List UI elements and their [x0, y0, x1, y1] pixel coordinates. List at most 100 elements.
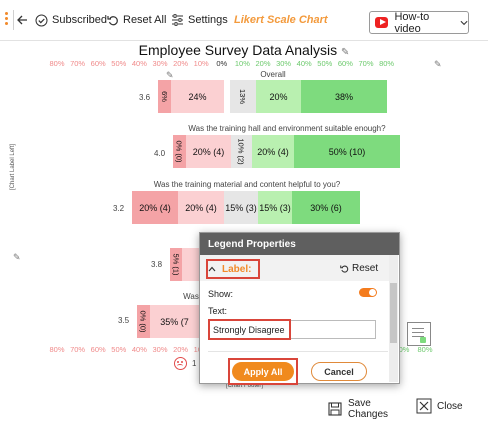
axis-tick-label: 10%	[234, 59, 250, 68]
edit-side-label-pencil-icon[interactable]: ✎	[13, 252, 21, 263]
average-value: 3.8	[151, 260, 163, 269]
axis-tick-label: 40%	[296, 59, 312, 68]
axis-tick-label: 40%	[131, 59, 147, 68]
average-value: 3.6	[139, 93, 151, 102]
axis-tick-label: 80%	[49, 59, 65, 68]
axis-tick-label: 70%	[358, 59, 374, 68]
axis-tick-label: 20%	[173, 59, 189, 68]
axis-tick-label: 0%	[216, 59, 228, 68]
subscribed-button[interactable]: Subscribed	[35, 11, 107, 29]
axis-tick-label: 60%	[90, 59, 106, 68]
reset-all-label: Reset All	[123, 14, 167, 26]
text-input-highlight	[208, 319, 291, 340]
bar-segment[interactable]: 20% (4)	[252, 135, 294, 168]
bar-segment[interactable]: 20% (4)	[178, 191, 224, 224]
bottom-tick-label: 40%	[131, 345, 147, 354]
average-value: 4.0	[154, 149, 166, 158]
close-button[interactable]: Close	[416, 398, 463, 414]
chart-title[interactable]: Employee Survey Data Analysis ✎	[0, 42, 488, 58]
axis-tick-label: 50%	[111, 59, 127, 68]
bar-segment[interactable]: 10% (2)	[231, 135, 252, 168]
drag-handle-icon[interactable]	[5, 12, 8, 28]
question-label[interactable]: Was the training material and content he…	[154, 180, 340, 189]
bar-segment[interactable]: 50% (10)	[294, 135, 400, 168]
bottom-tick-label: 80%	[417, 345, 433, 354]
text-label: Text:	[208, 306, 228, 316]
bottom-tick-label: 20%	[173, 345, 189, 354]
close-icon	[416, 398, 432, 414]
partial-digit: 1	[192, 359, 197, 368]
back-button[interactable]	[16, 11, 28, 29]
toolbar: Subscribed Reset All Settings Likert Sca…	[0, 0, 488, 41]
reset-button[interactable]: Reset	[340, 263, 378, 274]
bar-segment[interactable]: 30% (6)	[292, 191, 360, 224]
show-label: Show:	[208, 289, 234, 299]
bar-segment[interactable]: 20% (4)	[132, 191, 178, 224]
bar-segment[interactable]: 24%	[171, 80, 224, 113]
settings-label: Settings	[188, 14, 228, 26]
edit-title-pencil-icon[interactable]: ✎	[341, 47, 349, 58]
bar-segment[interactable]: 38%	[301, 80, 387, 113]
howto-video-dropdown[interactable]: How-to video	[369, 10, 469, 35]
bar-segment[interactable]: 20%	[256, 80, 301, 113]
axis-tick-label: 60%	[337, 59, 353, 68]
reset-all-button[interactable]: Reset All	[107, 11, 166, 29]
bottom-tick-label: 60%	[90, 345, 106, 354]
edit-axis-right-pencil-icon[interactable]: ✎	[434, 59, 442, 70]
bottom-tick-label: 70%	[70, 345, 86, 354]
axis-tick-label: 80%	[379, 59, 395, 68]
cancel-button[interactable]: Cancel	[311, 362, 367, 381]
undo-icon	[107, 16, 118, 26]
bar-segment[interactable]: 0% (0)	[173, 135, 186, 168]
save-icon	[328, 402, 342, 416]
divider	[208, 351, 388, 352]
bar-segment[interactable]: 15% (3)	[258, 191, 292, 224]
sliders-icon	[172, 14, 183, 26]
toolbar-divider	[13, 10, 14, 30]
save-changes-button[interactable]: Save Changes	[328, 398, 388, 420]
youtube-icon	[375, 17, 389, 28]
check-circle-icon	[35, 14, 48, 26]
average-value: 3.2	[113, 204, 125, 213]
bar-segment[interactable]: 35% (7	[150, 305, 199, 338]
bar-segment[interactable]: 5% (1)	[170, 248, 182, 281]
howto-label: How-to video	[394, 10, 430, 35]
bottom-tick-label: 0%	[398, 345, 410, 354]
chevron-down-icon	[460, 20, 468, 25]
app-title: Likert Scale Chart	[234, 14, 328, 26]
back-arrow-icon	[17, 15, 27, 25]
sad-face-icon[interactable]	[174, 357, 187, 370]
legend-table-icon[interactable]	[407, 322, 431, 346]
chart-label-left[interactable]: [Chart Label Left]	[10, 144, 16, 190]
settings-button[interactable]: Settings	[171, 11, 228, 29]
legend-properties-dialog: Legend Properties Label: Reset Show: Tex…	[199, 232, 400, 385]
undo-icon	[340, 265, 349, 273]
bar-segment[interactable]: 13%	[230, 80, 256, 113]
subscribed-label: Subscribed	[52, 14, 108, 26]
dialog-scroll-thumb[interactable]	[390, 283, 397, 343]
reset-label: Reset	[352, 263, 379, 274]
axis-tick-label: 30%	[152, 59, 168, 68]
bar-segment[interactable]: 0% (0)	[137, 305, 150, 338]
save-changes-label: Save Changes	[348, 398, 389, 420]
axis-tick-label: 10%	[193, 59, 209, 68]
bar-segment[interactable]: 20% (4)	[186, 135, 231, 168]
bottom-tick-label: 80%	[49, 345, 65, 354]
question-label[interactable]: Was	[183, 292, 199, 301]
question-label[interactable]: Was the training hall and environment su…	[188, 124, 385, 133]
bar-segment[interactable]: 6%	[158, 80, 171, 113]
bottom-tick-label: 50%	[111, 345, 127, 354]
question-label[interactable]: Overall	[260, 70, 285, 79]
label-section-title[interactable]: Label:	[222, 264, 251, 275]
axis-tick-label: 30%	[276, 59, 292, 68]
axis-tick-label: 70%	[70, 59, 86, 68]
average-value: 3.5	[118, 316, 130, 325]
axis-tick-label: 50%	[317, 59, 333, 68]
apply-all-highlight	[228, 358, 298, 385]
bar-segment[interactable]: 15% (3)	[224, 191, 258, 224]
axis-tick-label: 20%	[255, 59, 271, 68]
bar-segment[interactable]	[182, 248, 199, 281]
dialog-title: Legend Properties	[200, 233, 399, 255]
show-toggle[interactable]	[359, 288, 377, 297]
bottom-tick-label: 30%	[152, 345, 168, 354]
